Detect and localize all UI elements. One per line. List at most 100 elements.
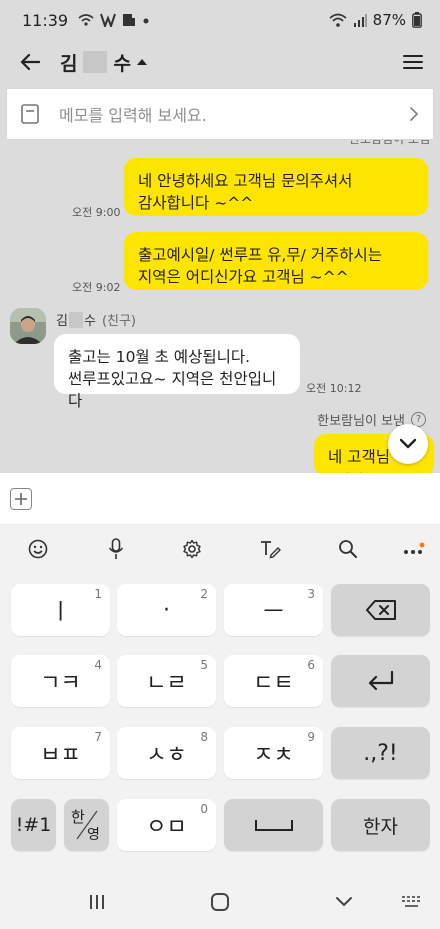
handwriting-icon <box>261 541 281 559</box>
chevron-down-icon <box>399 438 417 449</box>
space-icon <box>254 820 293 831</box>
plus-glyph <box>15 492 27 505</box>
name-redaction <box>83 51 108 73</box>
language-toggle-key[interactable]: 한 영 <box>64 799 109 851</box>
message-line: 출고는 10월 초 예상됩니다. <box>68 348 251 366</box>
key-label: .,?! <box>363 740 398 766</box>
lang-bottom: 영 <box>87 827 100 843</box>
status-right: 87% <box>329 11 422 29</box>
key-eu[interactable]: ㅡ3 <box>224 584 323 636</box>
key-label: ㅡ <box>263 600 284 625</box>
battery-percent: 87% <box>372 11 406 29</box>
space-key[interactable] <box>224 799 323 851</box>
status-notification-icons <box>78 13 150 27</box>
key-label: ㅂㅍ <box>40 743 81 768</box>
mic-icon <box>108 538 124 559</box>
hanja-key[interactable]: 한자 <box>331 799 430 851</box>
sender-first: 김 <box>56 314 68 329</box>
recent-apps-button[interactable] <box>86 890 108 914</box>
punctuation-key[interactable]: .,?! <box>331 727 430 779</box>
chat-title[interactable]: 김 수 <box>60 49 147 76</box>
key-label: ㅅㅎ <box>146 743 187 768</box>
key-j-ch[interactable]: ㅈㅊ 9 <box>224 727 323 779</box>
scroll-to-bottom-button[interactable] <box>388 424 428 464</box>
chat-title-last: 수 <box>113 52 131 75</box>
signal-icon <box>353 14 367 27</box>
voice-input-button[interactable] <box>101 535 131 563</box>
friend-tag: (친구) <box>101 314 137 329</box>
key-hint: 4 <box>94 658 102 672</box>
avatar[interactable] <box>10 308 46 344</box>
key-label: ㅇㅁ <box>146 815 187 840</box>
message-bubble[interactable]: 네 안녕하세요 고객님 문의주셔서 감사합니다 ~^^ <box>124 158 428 216</box>
key-hint: 2 <box>200 587 208 601</box>
back-arrow-icon <box>20 53 40 71</box>
recent-apps-icon <box>90 895 104 909</box>
memo-bar[interactable]: 메모를 입력해 보세요. <box>6 88 434 140</box>
key-s-h[interactable]: ㅅㅎ 8 <box>117 727 216 779</box>
key-d-t[interactable]: ㄷㅌ 6 <box>224 655 323 707</box>
key-label: ㄱㅋ <box>40 671 81 696</box>
key-dot[interactable]: · 2 <box>117 584 216 636</box>
keyboard-settings-button[interactable] <box>177 535 207 563</box>
key-label: ㄴㄹ <box>146 671 187 696</box>
key-o-m[interactable]: ㅇㅁ 0 <box>117 799 216 851</box>
message-bubble[interactable]: 출고는 10월 초 예상됩니다. 썬루프있고요~ 지역은 천안입니다 <box>54 334 300 410</box>
sender-last: 수 <box>83 314 96 329</box>
key-n-r[interactable]: ㄴㄹ 5 <box>117 655 216 707</box>
chat-title-first: 김 <box>60 52 78 75</box>
plus-icon[interactable] <box>10 487 32 510</box>
settings-icon <box>183 539 201 559</box>
key-g-k[interactable]: ㄱㅋ 4 <box>11 655 110 707</box>
emoji-button[interactable] <box>23 535 53 563</box>
backspace-key[interactable] <box>331 584 430 636</box>
key-i[interactable]: ㅣ1 <box>11 584 110 636</box>
nav-back-button[interactable] <box>332 890 356 914</box>
symbols-key[interactable]: !#1 <box>11 799 56 851</box>
key-hint: 7 <box>94 730 102 744</box>
message-line: 감사합니다 ~^^ <box>138 194 254 212</box>
enter-key[interactable] <box>331 655 430 707</box>
app-notification-icon <box>100 13 117 27</box>
keyboard: ㅣ1 · 2 ㅡ3 ㄱㅋ 4 ㄴㄹ 5 ㄷㅌ 6 ㅂㅍ 7 ㅅㅎ 8 ㅈㅊ 9 .,?! !#… <box>0 525 440 929</box>
message-time: 오전 9:02 <box>72 281 121 294</box>
chat-area[interactable]: 한보람님이 보냄 네 안녕하세요 고객님 문의주셔서 감사합니다 ~^^ 오전 … <box>0 84 440 473</box>
wifi-icon <box>329 13 347 27</box>
message-notification-icon <box>123 14 136 26</box>
key-hint: 8 <box>200 730 208 744</box>
key-label: · <box>163 597 170 623</box>
lang-top: 한 <box>71 808 85 826</box>
key-hint: 6 <box>307 658 315 672</box>
key-hint: 3 <box>307 587 315 601</box>
message-line: 출고예시일/ 썬루프 유,무/ 거주하시는 <box>138 246 383 264</box>
message-bubble[interactable]: 출고예시일/ 썬루프 유,무/ 거주하시는 지역은 어디신가요 고객님 ~^^ <box>124 232 428 290</box>
message-line: 네 안녕하세요 고객님 문의주셔서 <box>138 172 353 190</box>
key-b-p[interactable]: ㅂㅍ 7 <box>11 727 110 779</box>
key-label: 한자 <box>363 815 398 838</box>
backspace-icon <box>365 600 396 620</box>
keyboard-switch-button[interactable] <box>400 890 424 914</box>
menu-icon <box>403 55 423 69</box>
back-button[interactable] <box>0 40 60 84</box>
home-icon <box>211 893 229 911</box>
search-button[interactable] <box>333 535 363 563</box>
memo-placeholder: 메모를 입력해 보세요. <box>59 106 207 125</box>
emoji-icon <box>28 539 48 559</box>
system-nav-bar <box>0 876 440 929</box>
chevron-right-icon <box>410 107 419 121</box>
message-line: 썬루프있고요~ 지역은 천안입니다 <box>68 370 277 410</box>
battery-icon <box>412 12 422 28</box>
nav-back-icon <box>336 897 352 907</box>
name-redaction <box>68 311 83 328</box>
enter-icon <box>368 670 393 691</box>
keyboard-toolbar <box>0 525 440 573</box>
home-button[interactable] <box>208 890 232 914</box>
key-label: ㅣ <box>50 600 71 625</box>
key-hint: 0 <box>200 802 208 816</box>
handwriting-button[interactable] <box>255 535 285 563</box>
menu-button[interactable] <box>386 40 440 84</box>
caret-up-icon <box>136 59 147 65</box>
dot-icon <box>143 18 149 24</box>
more-options-button[interactable] <box>399 535 429 563</box>
message-input-bar[interactable] <box>0 473 440 525</box>
